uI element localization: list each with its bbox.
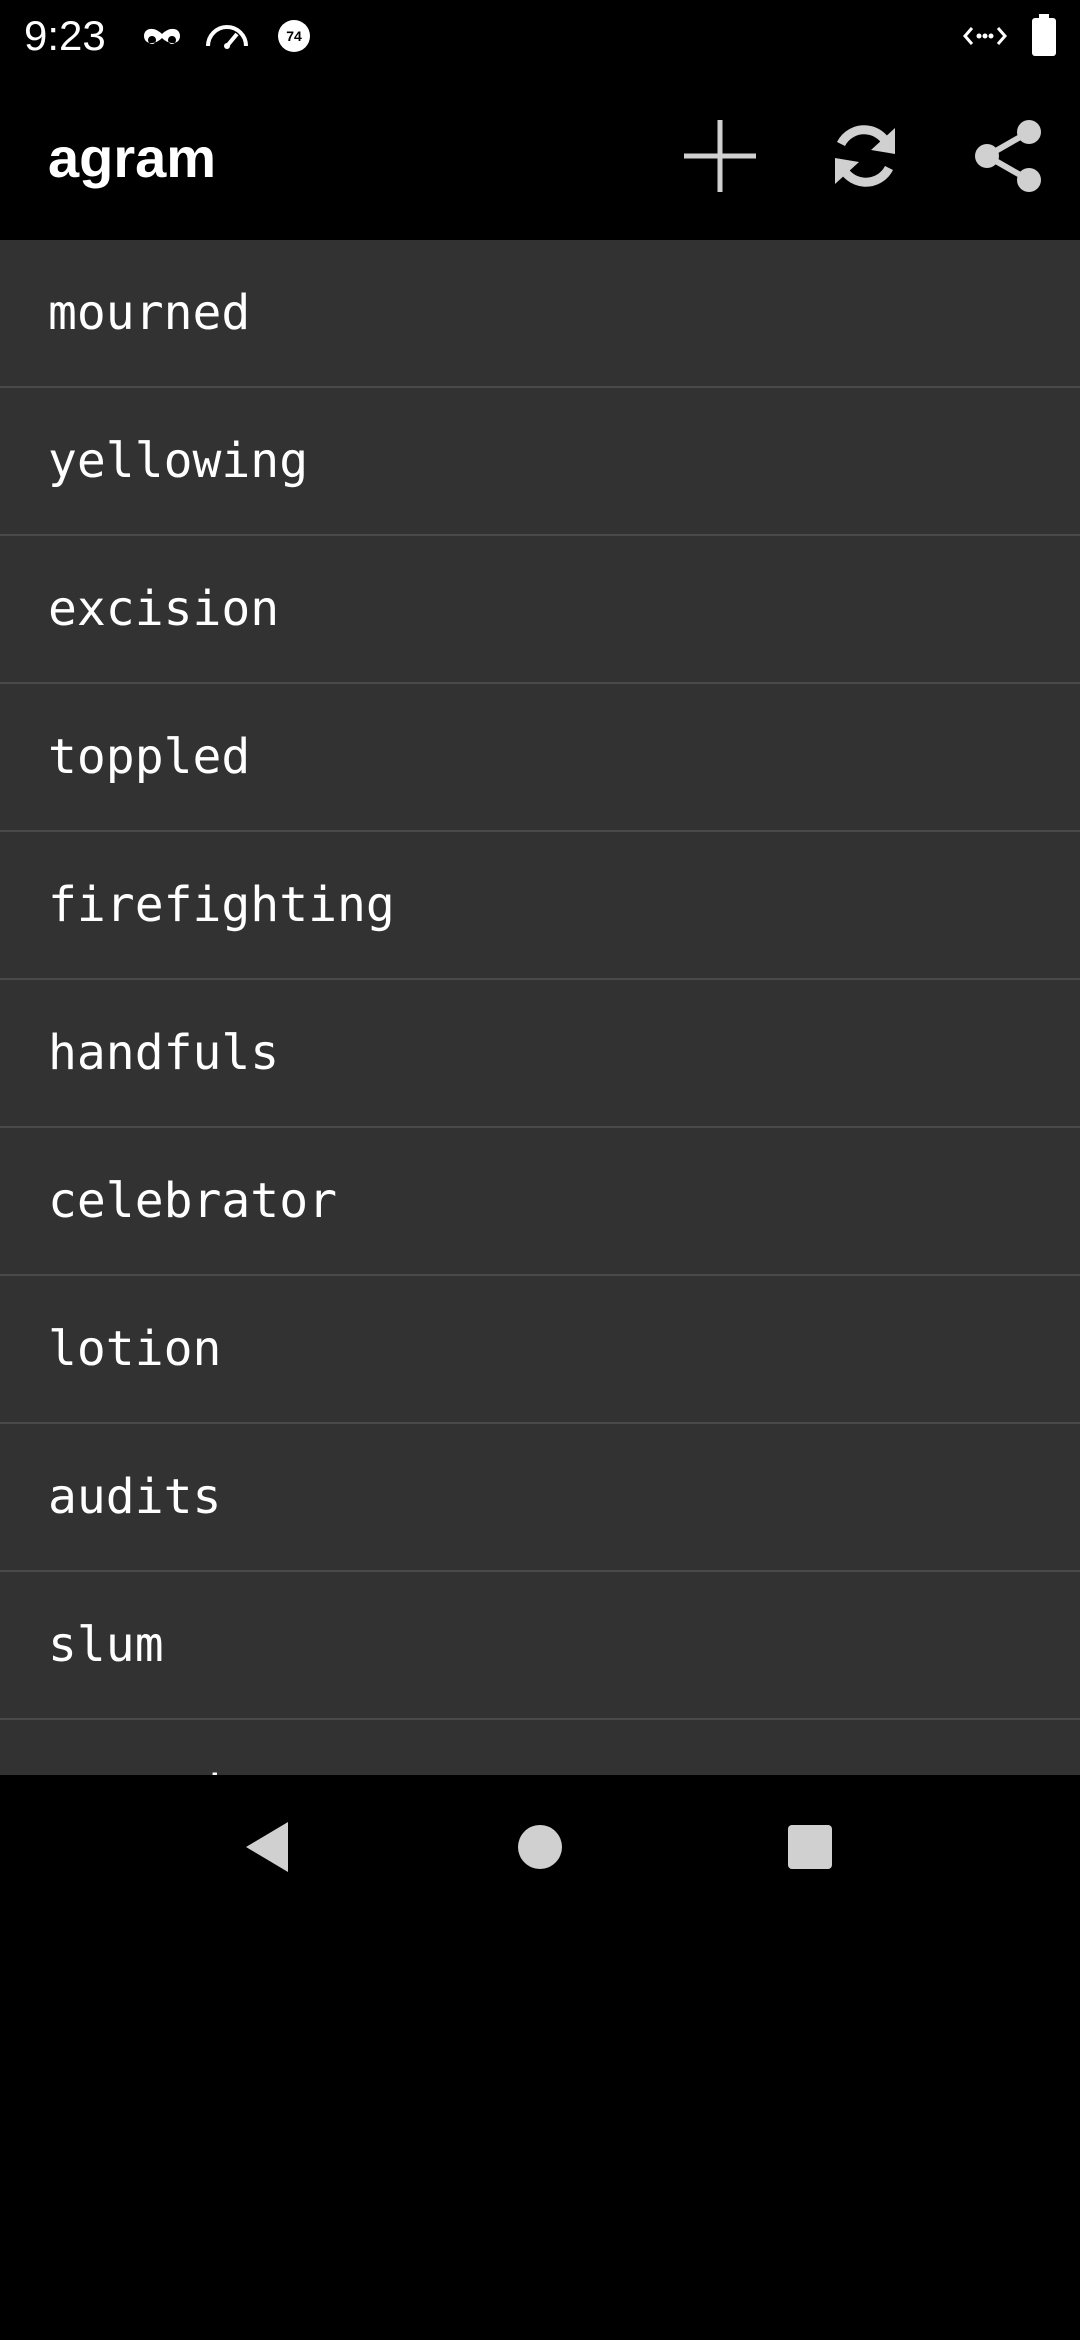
list-item-label: mourned xyxy=(48,285,251,341)
list-item[interactable]: slum xyxy=(0,1572,1080,1720)
app-title: agram xyxy=(48,126,217,189)
list-item[interactable]: yellowing xyxy=(0,388,1080,536)
recents-icon xyxy=(788,1825,832,1869)
recents-button[interactable] xyxy=(760,1797,860,1897)
battery-icon xyxy=(1032,14,1056,56)
refresh-icon xyxy=(835,125,895,187)
status-time: 9:23 xyxy=(24,12,106,59)
list-item-label: yellowing xyxy=(48,433,309,489)
navigation-bar xyxy=(0,1775,1080,1919)
list-item-label: excision xyxy=(48,581,280,637)
list-item-label: handfuls xyxy=(48,1025,280,1081)
app-bar: agram xyxy=(0,72,1080,240)
share-icon xyxy=(975,120,1041,192)
list-item-label: celebrator xyxy=(48,1173,337,1229)
list-item[interactable]: excision xyxy=(0,536,1080,684)
list-item[interactable]: seeped xyxy=(0,1720,1080,1775)
add-icon xyxy=(684,120,756,192)
share-button[interactable] xyxy=(960,108,1056,204)
list-item-label: seeped xyxy=(48,1720,221,1775)
home-icon xyxy=(518,1825,562,1869)
list-item[interactable]: firefighting xyxy=(0,832,1080,980)
back-button[interactable] xyxy=(217,1797,317,1897)
speedometer-icon xyxy=(206,25,248,49)
data-transfer-icon xyxy=(963,27,1007,45)
list-item[interactable]: celebrator xyxy=(0,1128,1080,1276)
refresh-button[interactable] xyxy=(817,108,913,204)
list-item-label: firefighting xyxy=(48,877,395,933)
list-item[interactable]: lotion xyxy=(0,1276,1080,1424)
list-item-label: lotion xyxy=(48,1321,222,1377)
list-item[interactable]: mourned xyxy=(0,240,1080,388)
list-item[interactable]: handfuls xyxy=(0,980,1080,1128)
status-bar: 9:23 74 xyxy=(0,0,1080,72)
list-item[interactable]: audits xyxy=(0,1424,1080,1572)
list-item-label: toppled xyxy=(48,729,251,785)
list-item[interactable]: toppled xyxy=(0,684,1080,832)
badge-text: 74 xyxy=(286,28,302,44)
home-button[interactable] xyxy=(490,1797,590,1897)
incognito-icon xyxy=(144,28,180,44)
list-item-label: audits xyxy=(48,1469,222,1525)
add-button[interactable] xyxy=(672,108,768,204)
word-list[interactable]: mourned yellowing excision toppled firef… xyxy=(0,240,1080,1775)
badge-74-icon: 74 xyxy=(278,20,310,52)
back-icon xyxy=(246,1822,288,1872)
list-item-label: slum xyxy=(48,1617,164,1673)
